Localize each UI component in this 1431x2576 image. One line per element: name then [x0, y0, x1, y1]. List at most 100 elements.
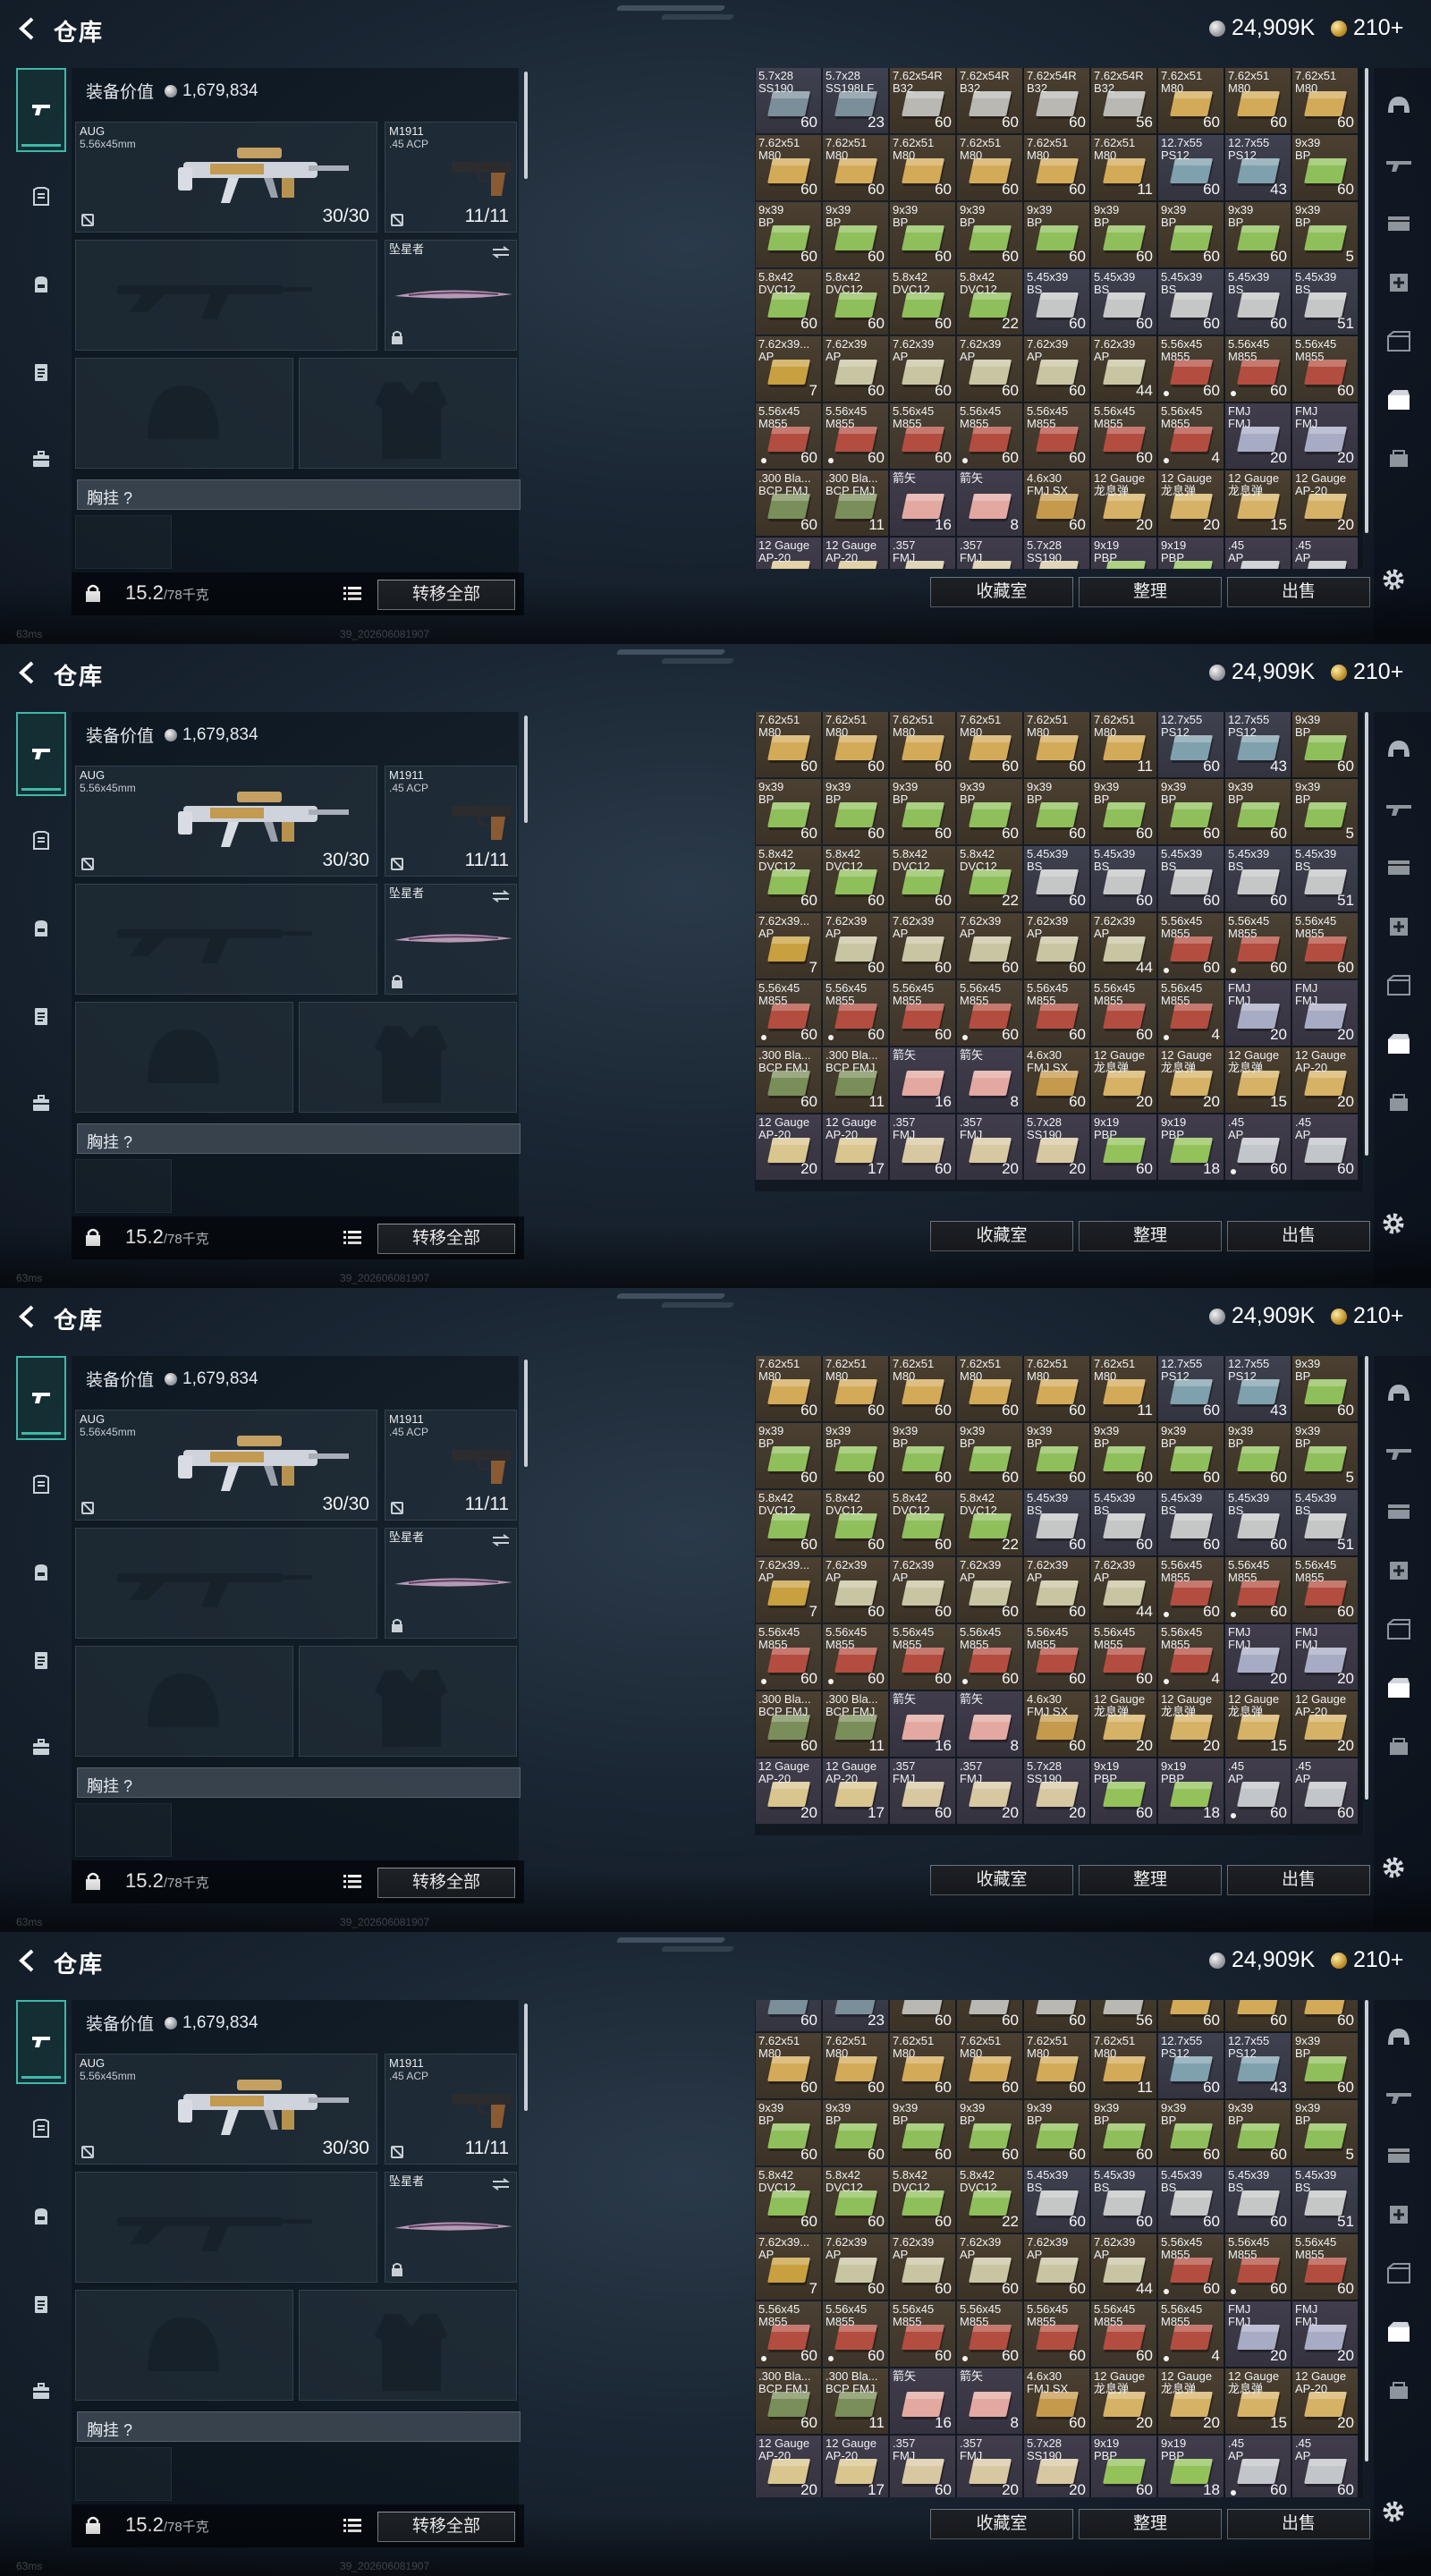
sell-button[interactable]: 出售 — [1227, 577, 1370, 607]
rig-slot-preview[interactable] — [75, 1803, 172, 1857]
inventory-item[interactable]: 12 Gauge AP-20 17 — [823, 1758, 888, 1824]
inventory-item[interactable]: 9x39 BP 5 — [1292, 2100, 1358, 2165]
back-button[interactable] — [14, 1947, 41, 1974]
inventory-item[interactable]: 9x39 BP 60 — [957, 202, 1022, 267]
primary-weapon-slot[interactable]: AUG 5.56x45mm 30/30 — [75, 2054, 377, 2165]
inventory-item[interactable]: 5.8x42 DVC12 60 — [890, 846, 955, 911]
inventory-item[interactable]: 7.62x39 AP 60 — [890, 1557, 955, 1623]
nav-weapons[interactable] — [16, 68, 66, 152]
inventory-item[interactable]: 5.45x39 BS 60 — [1024, 1490, 1089, 1555]
inventory-item[interactable]: 7.62x51 M8060 — [890, 712, 955, 777]
rail-container-filter[interactable] — [1383, 2258, 1415, 2290]
modify-icon[interactable] — [391, 1502, 403, 1514]
inventory-item[interactable]: .300 Bla... BCP FMJ 60 — [756, 1047, 821, 1113]
nav-backpack[interactable] — [16, 259, 66, 309]
inventory-item[interactable]: 4.6x30 FMJ SX 60 — [1024, 1691, 1089, 1757]
inventory-item[interactable]: 12 Gauge 龙息弹 15 — [1225, 1047, 1291, 1113]
sell-button[interactable]: 出售 — [1227, 2509, 1370, 2539]
rail-misc-filter[interactable] — [1383, 1088, 1415, 1120]
vault-button[interactable]: 收藏室 — [930, 1221, 1073, 1251]
inventory-item[interactable]: 9x19 PBP60 — [1091, 538, 1156, 569]
inventory-item[interactable]: .300 Bla... BCP FMJ 11 — [823, 470, 888, 536]
inventory-item[interactable]: 12 Gauge 龙息弹 20 — [1158, 1691, 1224, 1757]
modify-icon[interactable] — [81, 1502, 94, 1514]
inventory-item[interactable]: 5.8x42 DVC12 22 — [957, 269, 1022, 335]
rail-misc-filter[interactable] — [1383, 2376, 1415, 2408]
inventory-item[interactable]: .300 Bla... BCP FMJ 11 — [823, 1047, 888, 1113]
inventory-item[interactable]: 5.8x42 DVC12 60 — [756, 1490, 821, 1555]
inventory-item[interactable]: 5.56x45 M855 60 — [1158, 2234, 1224, 2300]
inventory-item[interactable]: 7.62x51 M8060 — [823, 135, 888, 200]
rail-ammo-box-filter[interactable] — [1383, 385, 1415, 417]
equipment-scrollbar[interactable] — [524, 716, 528, 823]
melee-slot[interactable]: 坠星者 — [385, 240, 517, 351]
rail-ammo-box-filter[interactable] — [1383, 2317, 1415, 2349]
inventory-item[interactable]: 9x39 BP 60 — [1225, 1423, 1291, 1488]
inventory-item[interactable]: 7.62x51 M8060 — [1292, 68, 1358, 133]
settings-button[interactable] — [1379, 1209, 1408, 1238]
inventory-item[interactable]: .300 Bla... BCP FMJ 11 — [823, 1691, 888, 1757]
modify-icon[interactable] — [81, 858, 94, 870]
inventory-item[interactable]: 7.62x39 AP 60 — [823, 913, 888, 979]
inventory-item[interactable]: 7.62x51 M80 11 — [1091, 2033, 1156, 2098]
inventory-item[interactable]: 9x39 BP 60 — [823, 779, 888, 844]
inventory-item[interactable]: 9x39 BP 60 — [756, 779, 821, 844]
inventory-item[interactable]: 5.56x45 M855 60 — [823, 1624, 888, 1690]
inventory-item[interactable]: 12 Gauge AP-20 20 — [1292, 1047, 1358, 1113]
inventory-item[interactable]: 7.62x39... AP 7 — [756, 913, 821, 979]
second-primary-slot[interactable] — [75, 240, 377, 351]
inventory-item[interactable]: 7.62x39 AP 60 — [890, 2234, 955, 2300]
inventory-item[interactable]: 7.62x39 AP 44 — [1091, 2234, 1156, 2300]
modify-icon[interactable] — [81, 2146, 94, 2158]
chest-rig-header[interactable]: 胸挂 ? — [77, 1123, 521, 1154]
inventory-item[interactable]: 7.62x51 M8060 — [823, 712, 888, 777]
back-button[interactable] — [14, 1303, 41, 1330]
inventory-item[interactable]: 12.7x55 PS12 43 — [1225, 135, 1291, 200]
inventory-item[interactable]: 9x39 BP 60 — [756, 1423, 821, 1488]
inventory-item[interactable]: 4.6x30 FMJ SX 60 — [1024, 1047, 1089, 1113]
inventory-item[interactable]: 7.62x39 AP 60 — [1024, 913, 1089, 979]
inventory-item[interactable]: 5.45x39 BS 60 — [1091, 2167, 1156, 2233]
second-primary-slot[interactable] — [75, 884, 377, 995]
inventory-item[interactable]: 9x39 BP 60 — [1091, 202, 1156, 267]
inventory-item[interactable]: 7.62x51 M8060 — [890, 2033, 955, 2098]
inventory-item[interactable]: 7.62x51 M8060 — [756, 135, 821, 200]
inventory-item[interactable]: 9x39 BP 60 — [890, 2100, 955, 2165]
silver-currency[interactable]: 24,909K — [1209, 15, 1315, 41]
inventory-item[interactable]: FMJ FMJ 20 — [1292, 403, 1358, 469]
inventory-item[interactable]: 12.7x55 PS12 43 — [1225, 712, 1291, 777]
rail-ammo-filter[interactable] — [1383, 208, 1415, 240]
nav-backpack[interactable] — [16, 903, 66, 953]
inventory-item[interactable]: .357 FMJ 20 — [957, 1114, 1022, 1180]
inventory-item[interactable]: 7.62x39 AP 60 — [957, 913, 1022, 979]
inventory-item[interactable]: 12 Gauge 龙息弹 20 — [1091, 1047, 1156, 1113]
inventory-item[interactable]: 7.62x39... AP 7 — [756, 2234, 821, 2300]
inventory-item[interactable]: 12.7x55 PS12 43 — [1225, 2033, 1291, 2098]
inventory-item[interactable]: .357 FMJ 60 — [890, 2436, 955, 2497]
rail-helmet-filter[interactable] — [1383, 89, 1415, 122]
inventory-item[interactable]: 9x39 BP 60 — [1225, 779, 1291, 844]
rail-medical-filter[interactable] — [1383, 911, 1415, 943]
inventory-item[interactable]: .300 Bla... BCP FMJ 60 — [756, 1691, 821, 1757]
inventory-item[interactable]: 7.62x51 M8060 — [957, 135, 1022, 200]
inventory-scrollbar[interactable] — [1365, 68, 1368, 533]
rail-medical-filter[interactable] — [1383, 267, 1415, 299]
inventory-item[interactable]: 9x39 BP 60 — [890, 1423, 955, 1488]
modify-icon[interactable] — [81, 214, 94, 226]
inventory-item[interactable]: 9x39 BP 60 — [1091, 2100, 1156, 2165]
inventory-item[interactable]: 12 Gauge AP-20 20 — [1292, 470, 1358, 536]
melee-slot[interactable]: 坠星者 — [385, 1528, 517, 1639]
inventory-item[interactable]: 7.62x51 M8060 — [1158, 2000, 1224, 2031]
inventory-item[interactable]: 9x39 BP 60 — [756, 2100, 821, 2165]
inventory-item[interactable]: .300 Bla... BCP FMJ 11 — [823, 2368, 888, 2434]
rig-slot-preview[interactable] — [75, 1159, 172, 1213]
inventory-item[interactable]: 5.56x45 M855 60 — [1158, 1557, 1224, 1623]
inventory-item[interactable]: 5.45x39 BS 60 — [1158, 2167, 1224, 2233]
inventory-item[interactable]: 7.62x51 M8060 — [823, 1356, 888, 1421]
inventory-item[interactable]: 5.56x45 M855 60 — [1158, 336, 1224, 402]
inventory-item[interactable]: 9x39 BP 60 — [957, 779, 1022, 844]
nav-backpack[interactable] — [16, 2191, 66, 2241]
inventory-item[interactable]: 5.56x45 M855 60 — [890, 403, 955, 469]
nav-tasks[interactable] — [16, 1635, 66, 1685]
inventory-item[interactable]: 9x19 PBP60 — [1091, 1758, 1156, 1824]
